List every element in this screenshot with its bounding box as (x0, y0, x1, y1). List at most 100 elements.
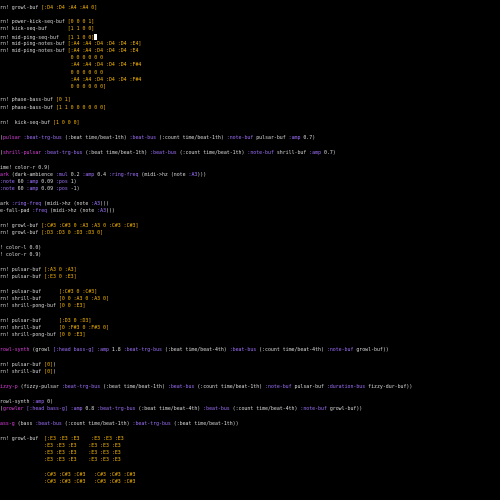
code-token: :beat-bus (35, 421, 65, 427)
code-line[interactable]: (growler [:head bass-g] :amp 0.8 :beat-t… (0, 406, 362, 413)
code-line[interactable]: :note 60 :amp 0.09 :pos -1) (0, 186, 80, 193)
code-token: rn! mid-ping-notes-buf (0, 48, 68, 54)
code-line[interactable]: rn! shrill-buf [0]) (0, 369, 56, 376)
code-token: (:count time/beat-4th) (232, 406, 301, 412)
code-line[interactable]: (shrill-pulsar :beat-trg-bus (:beat time… (0, 150, 336, 157)
code-token: [:head bass-g] :amp (26, 406, 86, 412)
code-line[interactable]: 0 0 0 0 0 0 (0, 55, 103, 62)
code-token: :pos (55, 186, 71, 192)
code-line[interactable]: ass-g (bass :beat-bus (:count time/beat-… (0, 421, 239, 428)
code-token: :A3 (91, 201, 101, 207)
code-token: rn! growl-buf (0, 436, 45, 442)
code-token: ime! color-r 0.9) (0, 165, 51, 171)
code-line[interactable]: ! color-r 0.9) (0, 252, 41, 259)
code-token: :freq (32, 208, 51, 214)
code-token: 0.2 (70, 172, 83, 178)
code-token: rowl-synth (0, 399, 33, 405)
code-line[interactable]: 0 0 0 0 0 0] (0, 84, 106, 91)
code-line[interactable]: rn! pulsar-buf [:C#3 0 :C#3] (0, 289, 97, 296)
code-token: (:beat time/beat-1th)) (173, 421, 239, 427)
code-token: :mul (55, 172, 71, 178)
code-token: rn! power-kick-seq-buf (0, 19, 68, 25)
code-line[interactable]: ark :ring-freq (midi->hz (note :A3))) (0, 201, 109, 208)
code-token: :beat-trg-bus (123, 347, 165, 353)
code-line[interactable]: rowl-synth (growl [:head bass-g] :amp 1.… (0, 347, 389, 354)
code-line[interactable]: rowl-synth :amp 0) (0, 399, 53, 406)
code-line[interactable]: rn! shrill-buf [0 :F#3 0 :F#3 0] (0, 325, 109, 332)
code-token: [:A4 :A4 :D4 :D4 :D4 :E4] (67, 41, 142, 47)
code-line[interactable]: e-fall-pad :freq (midi->hz (note :A3))) (0, 208, 115, 215)
code-line[interactable]: rn! mid-ping-notes-buf [:A4 :A4 :D4 :D4 … (0, 41, 141, 48)
code-line[interactable]: rn! pulsar-buf [:D3 0 :D3] (0, 318, 91, 325)
code-token: rn! growl-buf (0, 5, 42, 11)
code-line[interactable]: :A4 :A4 :D4 :D4 :D4 :F#4 (0, 77, 142, 84)
code-line[interactable]: rn! shrill-pong-buf [0 0 :E3] (0, 303, 85, 310)
code-token: 0.09 (41, 186, 56, 192)
code-token: [0 0 :E3] (58, 303, 86, 309)
code-line[interactable]: :C#3 :C#3 :C#3 :C#3 :C#3 :C#3 (0, 479, 135, 486)
code-token: [:C#3 :C#3 0 :A3 :A3 0 :C#3 :C#3] (41, 223, 139, 229)
code-token: growl-buf)) (329, 406, 363, 412)
code-line[interactable]: :note 60 :amp 0.09 :pos 1) (0, 179, 77, 186)
code-line[interactable]: rn! pulsar-buf [:A3 0 :A3] (0, 267, 77, 274)
code-token: [0 :F#3 0 :F#3 0] (58, 325, 109, 331)
code-line[interactable]: :A4 :A4 :D4 :D4 :D4 :F#4 (0, 62, 142, 69)
code-line[interactable]: rn! pulsar-buf [:E3 0 :E3] (0, 274, 77, 281)
code-token: rn! kick-seq-buf (0, 120, 53, 126)
code-line[interactable]: ! color-l 0.0) (0, 245, 41, 252)
code-token: ! color-l 0.0) (0, 245, 42, 251)
code-line[interactable]: rn! growl-buf [:D4 :D4 :A4 :A4 0] (0, 5, 97, 12)
code-line[interactable]: rn! phase-bass-buf [1 1 0 0 0 0 0 0] (0, 105, 106, 112)
code-line[interactable]: izzy-p (fizzy-pulsar :beat-trg-bus (:bea… (0, 384, 412, 391)
code-token: 0 0 0 0 0 0 (0, 55, 104, 61)
code-line[interactable]: rn! growl-buf [:E3 :E3 :E3 :E3 :E3 :E3 (0, 436, 124, 443)
code-line[interactable]: rn! phase-bass-buf [0 1] (0, 97, 71, 104)
code-line[interactable]: rn! pulsar-buf [0]) (0, 362, 56, 369)
code-token: (:beat time/beat-1th) (103, 384, 168, 390)
code-line[interactable]: rn! kick-seq-buf [1 1 0 0] (0, 26, 94, 33)
code-token: -1) (70, 186, 80, 192)
code-token: growler (2, 406, 27, 412)
code-line[interactable]: rn! mid-ping-notes-buf [:A4 :A4 :D4 :D4 … (0, 48, 138, 55)
code-token: rn! shrill-pong-buf (0, 303, 59, 309)
code-token: ))) (197, 172, 207, 178)
code-token: 60 (17, 179, 27, 185)
code-line[interactable]: ime! color-r 0.9) (0, 165, 50, 172)
code-token: :beat-trg-bus (23, 135, 65, 141)
code-token: rn! shrill-pong-buf (0, 332, 59, 338)
code-line[interactable]: (pulsar :beat-trg-bus (:beat time/beat-1… (0, 135, 315, 142)
code-line[interactable]: rn! power-kick-seq-buf [0 0 0 1] (0, 19, 94, 26)
code-token: :pos (55, 179, 71, 185)
code-token: 0.09 (41, 179, 56, 185)
code-token: :A4 :A4 :D4 :D4 :D4 :F#4 (0, 62, 142, 68)
code-token: :E3 :E3 :E3 :E3 :E3 :E3 (0, 450, 121, 456)
code-line[interactable]: rn! growl-buf [:D3 :D3 0 :D3 :D3 0] (0, 230, 103, 237)
code-token: shrill-pulsar (2, 150, 45, 156)
code-token: pulsar-buf (294, 384, 327, 390)
code-line[interactable]: ark (dark-ambience :mul 0.2 :amp 0.4 :ri… (0, 172, 206, 179)
code-token: :amp (309, 150, 324, 156)
code-line[interactable]: rn! growl-buf [:C#3 :C#3 0 :A3 :A3 0 :C#… (0, 223, 138, 230)
code-token: (:count time/beat-1th) (64, 421, 133, 427)
code-line[interactable]: rn! kick-seq-buf [1 0 0 0] (0, 120, 80, 127)
code-token: ) (53, 362, 56, 368)
code-line[interactable]: :E3 :E3 :E3 :E3 :E3 :E3 (0, 457, 121, 464)
code-token: (dark-ambience (11, 172, 56, 178)
code-token: (midi->hz (note (44, 201, 92, 207)
code-line[interactable]: rn! shrill-pong-buf [0 0 :E3] (0, 332, 85, 339)
code-line[interactable]: :E3 :E3 :E3 :E3 :E3 :E3 (0, 450, 121, 457)
code-token: rn! mid-ping-notes-buf (0, 41, 68, 47)
code-token: [:D3 :D3 0 :D3 :D3 0] (41, 230, 104, 236)
code-token: rn! pulsar-buf (0, 267, 45, 273)
code-line[interactable]: :C#3 :C#3 :C#3 :C#3 :C#3 :C#3 (0, 472, 135, 479)
code-token: :beat-bus (167, 384, 198, 390)
code-token: (:beat time/beat-4th) (138, 406, 204, 412)
code-editor[interactable]: rn! growl-buf [:D4 :D4 :A4 :A4 0] rn! pow… (0, 0, 500, 500)
code-line[interactable]: :E3 :E3 :E3 :E3 :E3 :E3 (0, 443, 121, 450)
code-token: rn! shrill-buf (0, 296, 59, 302)
code-token: (:beat time/beat-1th) (64, 135, 130, 141)
code-line[interactable]: rn! shrill-buf [0 0 :A3 0 :A3 0] (0, 296, 109, 303)
code-token: rn! pulsar-buf (0, 289, 59, 295)
code-token: :amp (82, 172, 98, 178)
code-line[interactable]: 0 0 0 0 0 0 (0, 70, 103, 77)
